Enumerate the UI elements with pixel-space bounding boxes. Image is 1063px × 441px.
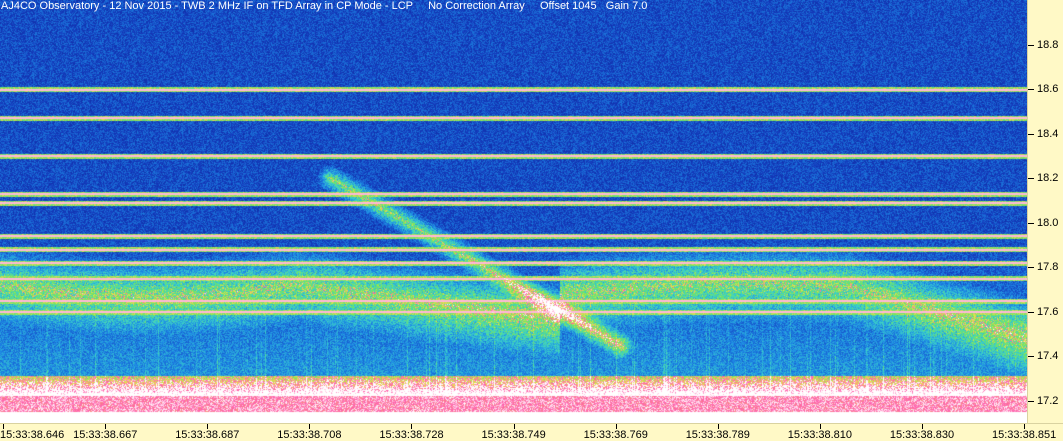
y-tick-label: 17.2: [1037, 394, 1059, 407]
y-tick-label: 17.6: [1037, 305, 1059, 318]
y-tick: [1028, 222, 1034, 224]
y-tick-label: 18.4: [1037, 127, 1059, 140]
y-tick-label: 18.2: [1037, 172, 1059, 185]
x-tick-label: 15:33:38.708: [277, 429, 342, 441]
y-tick-label: 18.8: [1037, 38, 1059, 51]
y-tick: [1028, 44, 1034, 46]
y-tick: [1028, 89, 1034, 91]
x-tick-label: 15:33:38.830: [889, 429, 955, 441]
y-tick: [1028, 311, 1034, 313]
y-tick-label: 17.4: [1037, 350, 1059, 363]
y-tick: [1028, 356, 1034, 358]
y-tick-label: 18.6: [1037, 83, 1059, 96]
x-tick-label: 15:33:38.646: [0, 429, 65, 441]
y-tick: [1028, 400, 1034, 402]
x-tick-label: 15:33:38.789: [685, 429, 750, 441]
spectrogram-window: AJ4CO Observatory - 12 Nov 2015 - TWB 2 …: [0, 0, 1063, 441]
x-tick-label: 15:33:38.667: [73, 429, 138, 441]
x-tick-label: 15:33:38.728: [379, 429, 444, 441]
frequency-axis: 18.8 18.6 18.4 18.2 18.0 17.8 17.6 17.4 17.2: [1027, 0, 1063, 423]
plot-title: AJ4CO Observatory - 12 Nov 2015 - TWB 2 …: [1, 0, 648, 12]
spectrogram-plot: [0, 0, 1063, 441]
x-tick-label: 15:33:38.810: [787, 429, 853, 441]
time-axis: 15:33:38.646 15:33:38.667 15:33:38.687 15:3…: [0, 423, 1063, 441]
x-tick-label: 15:33:38.749: [481, 429, 546, 441]
x-tick-label: 15:33:38.769: [583, 429, 648, 441]
x-tick-label: 15:33:38.687: [175, 429, 240, 441]
x-tick-label: 15:33:38.851: [992, 429, 1057, 441]
y-tick: [1028, 133, 1034, 135]
y-tick: [1028, 178, 1034, 180]
y-tick: [1028, 267, 1034, 269]
y-tick-label: 18.0: [1037, 216, 1059, 229]
y-tick-label: 17.8: [1037, 261, 1059, 274]
